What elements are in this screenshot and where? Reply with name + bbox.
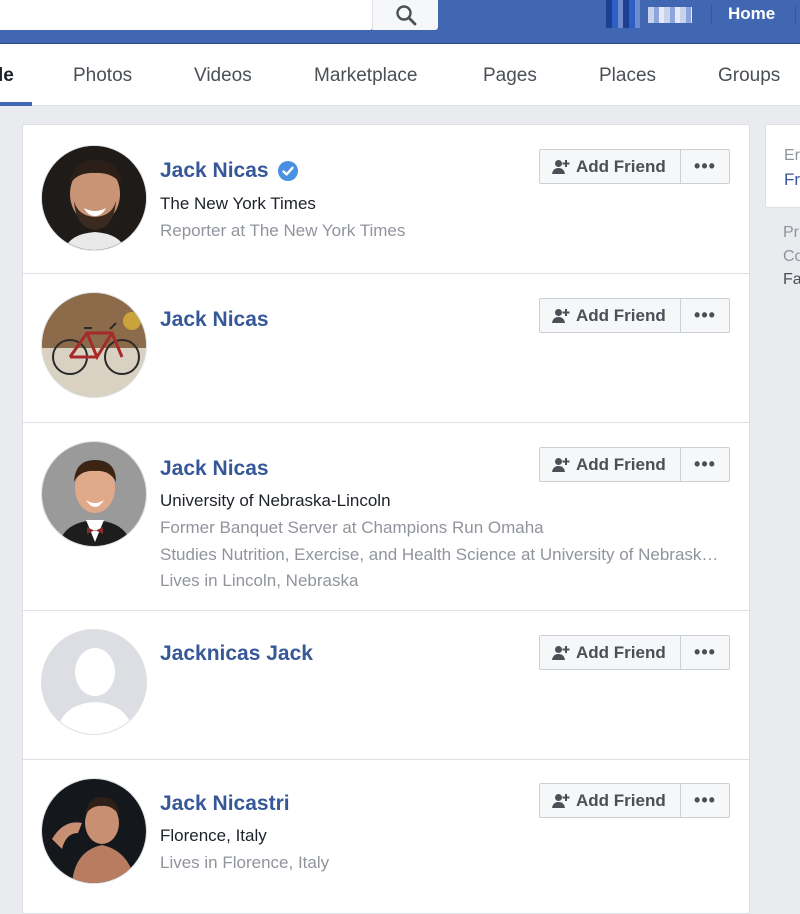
man-portrait-icon [42, 146, 146, 250]
default-silhouette-icon [42, 630, 146, 734]
more-dots-icon: ••• [694, 642, 716, 662]
tab-marketplace[interactable]: Marketplace [314, 65, 418, 87]
profile-name[interactable]: Jack Nicas [160, 308, 269, 332]
profile-name-mini[interactable] [648, 7, 692, 23]
profile-name-link[interactable]: Jack Nicastri [160, 792, 290, 816]
profile-detail: Former Banquet Server at Champions Run O… [160, 518, 544, 537]
top-navigation-bar: Home [0, 0, 800, 44]
more-dots-icon: ••• [694, 156, 716, 176]
add-person-icon [552, 457, 570, 472]
more-dots-icon: ••• [694, 305, 716, 325]
right-sidebar-text: Co [783, 248, 800, 265]
more-dots-icon: ••• [694, 454, 716, 474]
tab-pages[interactable]: Pages [483, 65, 537, 87]
profile-detail: Lives in Florence, Italy [160, 853, 330, 872]
tab-videos[interactable]: Videos [194, 65, 252, 87]
more-options-button[interactable]: ••• [680, 149, 730, 184]
right-sidebar-text: Fa [783, 271, 800, 288]
add-friend-label: Add Friend [576, 642, 666, 662]
list-item: Jacknicas Jack Add Friend ••• [23, 611, 749, 760]
profile-photo[interactable] [41, 629, 147, 735]
more-options-button[interactable]: ••• [680, 298, 730, 333]
search-input[interactable] [0, 0, 372, 30]
add-friend-button[interactable]: Add Friend [539, 783, 681, 818]
tab-groups[interactable]: Groups [718, 65, 780, 87]
list-item: Jack Nicas Add Friend ••• [23, 274, 749, 423]
profile-detail: Lives in Lincoln, Nebraska [160, 571, 359, 590]
tab-photos[interactable]: Photos [73, 65, 132, 87]
add-friend-button[interactable]: Add Friend [539, 447, 681, 482]
profile-avatar-mini[interactable] [606, 0, 640, 28]
profile-subtitle: University of Nebraska-Lincoln [160, 491, 391, 510]
search-button[interactable] [372, 0, 438, 30]
bicycle-photo-icon [42, 293, 146, 397]
profile-name[interactable]: Jack Nicas [160, 457, 269, 481]
add-person-icon [552, 793, 570, 808]
man-portrait-icon [42, 779, 146, 883]
add-friend-button[interactable]: Add Friend [539, 298, 681, 333]
active-tab-indicator [0, 102, 32, 106]
list-item: Jack Nicas University of Nebraska-Lincol… [23, 423, 749, 611]
add-friend-label: Add Friend [576, 454, 666, 474]
add-person-icon [552, 308, 570, 323]
friend-actions: Add Friend ••• [539, 149, 731, 185]
friend-actions: Add Friend ••• [539, 783, 731, 819]
list-item: Jack Nicastri Florence, Italy Lives in F… [23, 760, 749, 910]
more-options-button[interactable]: ••• [680, 447, 730, 482]
tab-people[interactable]: le [0, 65, 14, 87]
nav-divider [795, 4, 796, 24]
add-person-icon [552, 159, 570, 174]
add-friend-button[interactable]: Add Friend [539, 149, 681, 184]
profile-photo[interactable] [41, 778, 147, 884]
profile-subtitle: Florence, Italy [160, 826, 267, 845]
profile-name-link[interactable]: Jack Nicas [160, 457, 269, 481]
profile-name[interactable]: Jack Nicas [160, 159, 269, 183]
friend-actions: Add Friend ••• [539, 298, 731, 334]
profile-subtitle: The New York Times [160, 194, 316, 213]
list-item: Jack Nicas The New York Times Reporter a… [23, 125, 749, 274]
right-sidebar-card: Er Fr [765, 124, 800, 208]
magnifier-icon [395, 5, 416, 26]
add-friend-button[interactable]: Add Friend [539, 635, 681, 670]
right-sidebar-text: Pr [783, 224, 799, 241]
people-results-list: Jack Nicas The New York Times Reporter a… [22, 124, 750, 914]
more-options-button[interactable]: ••• [680, 783, 730, 818]
profile-name-link[interactable]: Jacknicas Jack [160, 642, 313, 666]
add-friend-label: Add Friend [576, 305, 666, 325]
profile-detail: Reporter at The New York Times [160, 221, 406, 240]
profile-name-link[interactable]: Jack Nicas [160, 159, 298, 183]
friend-actions: Add Friend ••• [539, 635, 731, 671]
add-friend-label: Add Friend [576, 156, 666, 176]
right-card-link[interactable]: Fr [784, 170, 800, 190]
right-card-text: Er [784, 147, 800, 164]
more-options-button[interactable]: ••• [680, 635, 730, 670]
profile-detail: Studies Nutrition, Exercise, and Health … [160, 545, 726, 564]
profile-name[interactable]: Jacknicas Jack [160, 642, 313, 666]
profile-photo[interactable] [41, 441, 147, 547]
friend-actions: Add Friend ••• [539, 447, 731, 483]
search-filter-tabs: le Photos Videos Marketplace Pages Place… [0, 44, 800, 106]
add-person-icon [552, 645, 570, 660]
nav-divider [711, 4, 712, 24]
profile-photo[interactable] [41, 145, 147, 251]
verified-badge-icon [277, 161, 298, 181]
profile-name-link[interactable]: Jack Nicas [160, 308, 269, 332]
young-man-portrait-icon [42, 442, 146, 546]
more-dots-icon: ••• [694, 790, 716, 810]
home-link[interactable]: Home [728, 4, 775, 24]
profile-name[interactable]: Jack Nicastri [160, 792, 290, 816]
profile-photo[interactable] [41, 292, 147, 398]
tab-places[interactable]: Places [599, 65, 656, 87]
add-friend-label: Add Friend [576, 790, 666, 810]
